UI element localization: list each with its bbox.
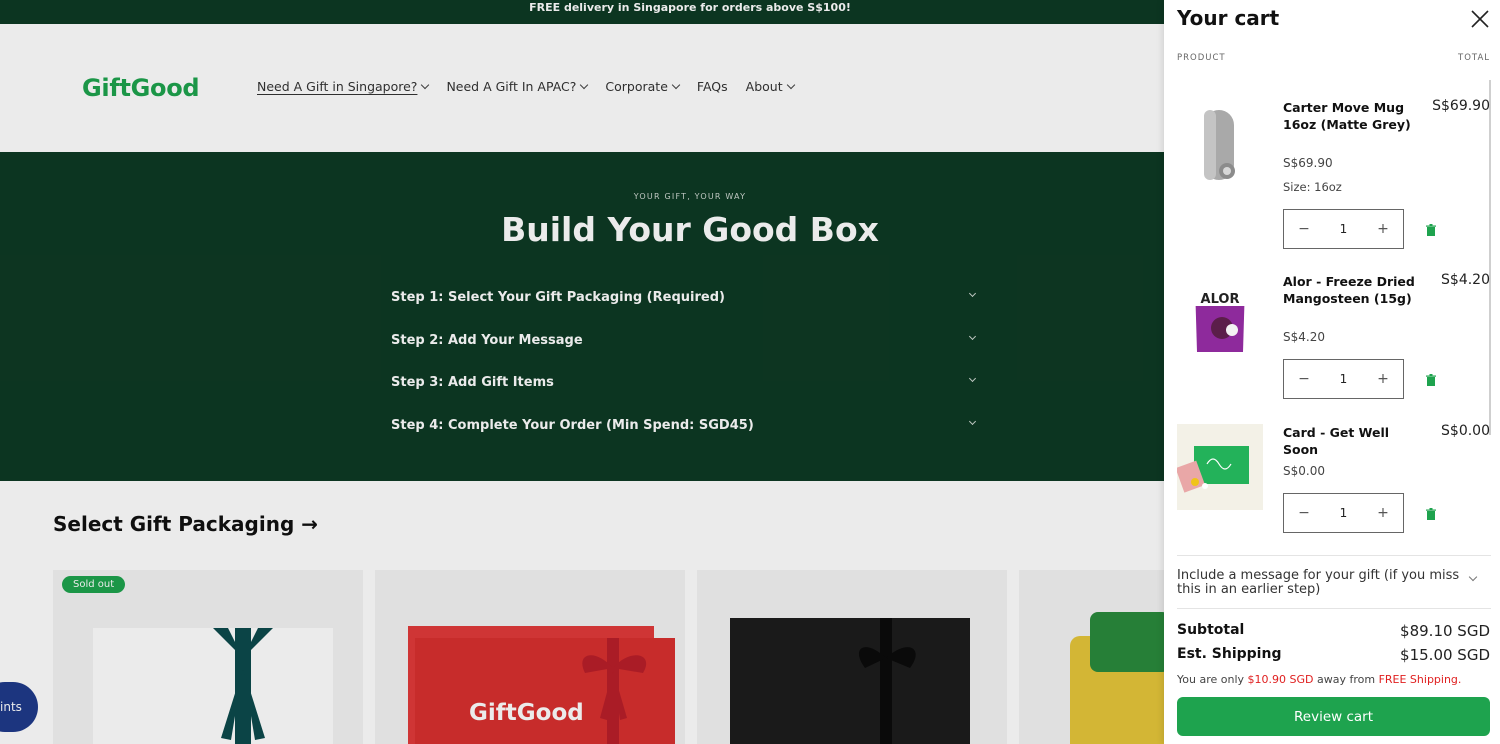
increase-quantity-button[interactable]: + [1375, 505, 1391, 521]
quantity-value[interactable]: 1 [1340, 372, 1348, 386]
quantity-value[interactable]: 1 [1340, 222, 1348, 236]
mug-image [1177, 100, 1263, 186]
trash-icon[interactable] [1425, 508, 1437, 520]
decrease-quantity-button[interactable]: − [1296, 221, 1312, 237]
decrease-quantity-button[interactable]: − [1296, 505, 1312, 521]
subtotal-label: Subtotal [1177, 622, 1245, 638]
item-price: S$69.90 [1283, 156, 1333, 170]
note-mid: away from [1313, 673, 1379, 686]
item-price: S$0.00 [1283, 464, 1325, 478]
card-image [1177, 424, 1263, 510]
increase-quantity-button[interactable]: + [1375, 371, 1391, 387]
item-name[interactable]: Card - Get Well Soon [1283, 425, 1415, 458]
cart-drawer: Your cart PRODUCT TOTAL Carter Move Mug … [1164, 0, 1500, 744]
close-icon[interactable] [1470, 9, 1490, 29]
trash-icon[interactable] [1425, 224, 1437, 236]
quantity-stepper: − 1 + [1283, 209, 1404, 249]
divider [1177, 555, 1491, 556]
alor-pack-image: ALOR [1177, 272, 1263, 358]
item-size: Size: 16oz [1283, 180, 1342, 194]
cart-scrollbar[interactable] [1489, 80, 1491, 435]
decrease-quantity-button[interactable]: − [1296, 371, 1312, 387]
note-prefix: You are only [1177, 673, 1248, 686]
quantity-stepper: − 1 + [1283, 493, 1404, 533]
gift-message-toggle[interactable]: Include a message for your gift (if you … [1177, 569, 1477, 596]
column-header-product: PRODUCT [1177, 53, 1226, 63]
column-header-total: TOTAL [1458, 53, 1490, 63]
subtotal-row: Subtotal $89.10 SGD [1177, 622, 1490, 640]
item-total: S$4.20 [1441, 272, 1490, 288]
alor-pack-label: ALOR [1201, 292, 1240, 307]
note-free-shipping: FREE Shipping. [1378, 673, 1462, 686]
quantity-stepper: − 1 + [1283, 359, 1404, 399]
trash-icon[interactable] [1425, 374, 1437, 386]
item-total: S$0.00 [1441, 423, 1490, 439]
item-name[interactable]: Alor - Freeze Dried Mangosteen (15g) [1283, 274, 1415, 307]
increase-quantity-button[interactable]: + [1375, 221, 1391, 237]
review-cart-button[interactable]: Review cart [1177, 697, 1490, 736]
subtotal-value: $89.10 SGD [1400, 622, 1490, 640]
free-shipping-note: You are only $10.90 SGD away from FREE S… [1177, 673, 1461, 686]
drawer-backdrop[interactable] [0, 0, 1164, 744]
cart-title: Your cart [1177, 6, 1280, 30]
item-name[interactable]: Carter Move Mug 16oz (Matte Grey) [1283, 100, 1415, 133]
quantity-value[interactable]: 1 [1340, 506, 1348, 520]
item-total: S$69.90 [1432, 98, 1490, 114]
divider [1177, 608, 1491, 609]
item-price: S$4.20 [1283, 330, 1325, 344]
shipping-value: $15.00 SGD [1400, 646, 1490, 664]
note-amount: $10.90 SGD [1247, 673, 1314, 686]
shipping-label: Est. Shipping [1177, 646, 1282, 662]
shipping-row: Est. Shipping $15.00 SGD [1177, 646, 1490, 664]
